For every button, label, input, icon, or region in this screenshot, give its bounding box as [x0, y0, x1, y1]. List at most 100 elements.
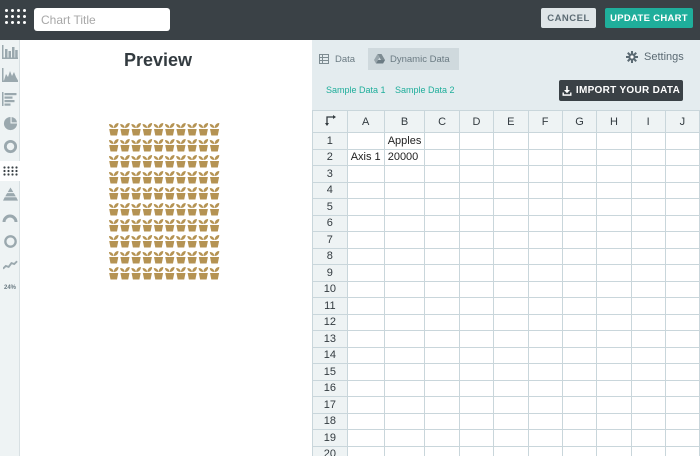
table-cell[interactable] — [346, 346, 385, 364]
table-cell[interactable] — [424, 165, 460, 183]
column-header-a[interactable]: A — [346, 110, 385, 133]
table-cell[interactable] — [424, 363, 460, 381]
table-cell[interactable] — [458, 379, 495, 397]
table-cell[interactable] — [383, 429, 426, 447]
bar-chart-icon[interactable] — [2, 91, 18, 107]
row-header[interactable]: 9 — [312, 264, 348, 282]
table-cell[interactable] — [458, 132, 495, 150]
row-header[interactable]: 12 — [312, 313, 348, 331]
table-cell[interactable] — [561, 445, 598, 456]
table-cell[interactable] — [596, 264, 632, 282]
table-cell[interactable] — [664, 132, 700, 150]
table-cell[interactable] — [383, 247, 426, 265]
table-cell[interactable] — [630, 132, 666, 150]
table-cell[interactable] — [383, 181, 426, 199]
table-cell[interactable] — [596, 132, 632, 150]
table-cell[interactable] — [630, 231, 666, 249]
row-header[interactable]: 11 — [312, 297, 348, 315]
table-cell[interactable] — [383, 313, 426, 331]
table-cell[interactable] — [630, 412, 666, 430]
table-cell[interactable] — [561, 330, 598, 348]
table-cell[interactable] — [493, 132, 529, 150]
column-header-f[interactable]: F — [527, 110, 563, 133]
table-cell[interactable] — [527, 181, 563, 199]
table-cell[interactable] — [424, 396, 460, 414]
table-cell[interactable] — [561, 214, 598, 232]
percentage-icon[interactable]: 24% — [2, 280, 18, 296]
table-cell[interactable] — [493, 313, 529, 331]
table-cell[interactable] — [458, 445, 495, 456]
table-cell[interactable] — [527, 429, 563, 447]
column-header-c[interactable]: C — [424, 110, 460, 133]
table-cell[interactable] — [458, 429, 495, 447]
row-header[interactable]: 14 — [312, 346, 348, 364]
table-cell[interactable] — [346, 313, 385, 331]
table-cell[interactable] — [424, 445, 460, 456]
column-header-i[interactable]: I — [630, 110, 666, 133]
table-cell[interactable] — [458, 165, 495, 183]
table-cell[interactable] — [664, 264, 700, 282]
table-cell[interactable] — [664, 280, 700, 298]
table-cell[interactable] — [424, 198, 460, 216]
table-cell[interactable] — [527, 363, 563, 381]
table-cell[interactable] — [346, 445, 385, 456]
table-cell[interactable] — [346, 181, 385, 199]
table-cell[interactable] — [596, 148, 632, 166]
table-cell[interactable] — [458, 247, 495, 265]
table-cell[interactable] — [664, 396, 700, 414]
table-cell[interactable] — [561, 280, 598, 298]
table-cell[interactable] — [424, 264, 460, 282]
table-cell[interactable] — [664, 445, 700, 456]
table-cell[interactable] — [424, 132, 460, 150]
table-cell[interactable] — [346, 264, 385, 282]
table-cell[interactable] — [561, 412, 598, 430]
table-cell[interactable] — [561, 396, 598, 414]
transpose-icon[interactable] — [312, 110, 348, 133]
cancel-button[interactable]: CANCEL — [541, 8, 596, 28]
table-cell[interactable] — [346, 280, 385, 298]
table-cell[interactable] — [424, 181, 460, 199]
table-cell[interactable] — [596, 313, 632, 331]
table-cell[interactable] — [561, 313, 598, 331]
table-cell[interactable] — [527, 214, 563, 232]
table-cell[interactable] — [561, 231, 598, 249]
table-cell[interactable] — [596, 280, 632, 298]
table-cell[interactable] — [561, 379, 598, 397]
table-cell[interactable] — [596, 214, 632, 232]
table-cell[interactable] — [493, 247, 529, 265]
table-cell[interactable] — [527, 396, 563, 414]
table-cell[interactable] — [630, 379, 666, 397]
table-cell[interactable] — [346, 396, 385, 414]
table-cell[interactable]: Apples — [383, 132, 426, 150]
table-cell[interactable] — [596, 165, 632, 183]
table-cell[interactable] — [630, 247, 666, 265]
row-header[interactable]: 1 — [312, 132, 348, 150]
table-cell[interactable] — [561, 148, 598, 166]
table-cell[interactable] — [596, 379, 632, 397]
sample-data-1-link[interactable]: Sample Data 1 — [326, 85, 386, 95]
table-cell[interactable] — [346, 379, 385, 397]
table-cell[interactable] — [527, 330, 563, 348]
table-cell[interactable] — [424, 280, 460, 298]
table-cell[interactable] — [346, 198, 385, 216]
table-cell[interactable] — [596, 231, 632, 249]
update-chart-button[interactable]: UPDATE CHART — [605, 8, 693, 28]
gauge-icon[interactable] — [2, 210, 18, 226]
area-chart-icon[interactable] — [2, 67, 18, 83]
table-cell[interactable] — [527, 148, 563, 166]
column-header-e[interactable]: E — [493, 110, 529, 133]
table-cell[interactable] — [383, 379, 426, 397]
table-cell[interactable] — [424, 297, 460, 315]
table-cell[interactable] — [458, 280, 495, 298]
table-cell[interactable] — [527, 231, 563, 249]
table-cell[interactable] — [424, 379, 460, 397]
table-cell[interactable] — [458, 346, 495, 364]
tab-data[interactable]: Data — [313, 48, 364, 70]
settings-button[interactable]: Settings — [626, 51, 684, 63]
table-cell[interactable] — [596, 181, 632, 199]
table-cell[interactable] — [493, 297, 529, 315]
table-cell[interactable] — [630, 429, 666, 447]
table-cell[interactable] — [493, 264, 529, 282]
table-cell[interactable] — [630, 297, 666, 315]
table-cell[interactable] — [561, 363, 598, 381]
